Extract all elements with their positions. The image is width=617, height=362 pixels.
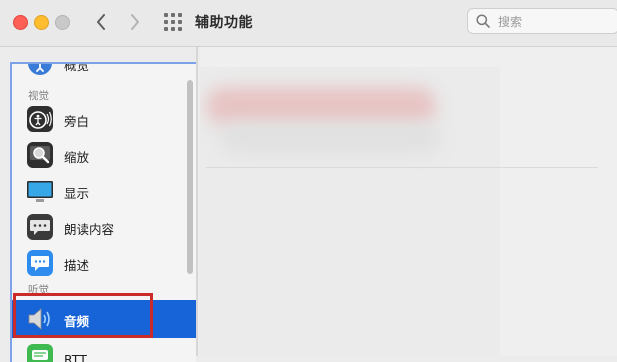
window-title: 辅助功能	[195, 15, 253, 31]
sidebar-item-label: 旁白	[64, 114, 90, 129]
sidebar-item-spoken-content[interactable]: 朗读内容	[12, 210, 196, 246]
show-all-grid-button[interactable]	[164, 13, 182, 31]
accessibility-overview-icon	[28, 64, 52, 75]
content-divider	[206, 167, 598, 168]
sidebar-item-descriptions[interactable]: 描述	[12, 246, 196, 282]
spoken-content-icon	[27, 214, 53, 240]
search-input[interactable]	[496, 12, 610, 32]
chevron-right-icon	[131, 14, 139, 30]
voiceover-icon	[27, 106, 53, 132]
rtt-icon	[27, 344, 53, 362]
blurred-region	[220, 123, 440, 153]
sidebar-item-label: 概览	[64, 62, 90, 73]
split-divider[interactable]	[196, 47, 198, 356]
window-toolbar: 辅助功能	[0, 0, 617, 47]
blurred-region	[206, 87, 436, 125]
section-header-hearing: 听觉	[28, 284, 49, 296]
settings-content-pane	[200, 47, 617, 356]
display-icon	[27, 181, 53, 202]
zoom-icon	[27, 142, 53, 168]
minimize-window-button[interactable]	[34, 15, 49, 30]
search-icon	[476, 14, 490, 28]
sidebar-scrollbar-thumb[interactable]	[187, 80, 193, 274]
sidebar: 概览 视觉 旁白 缩放 显示 朗读内容 描述 听觉 音频 RTT	[10, 62, 196, 362]
section-header-vision: 视觉	[28, 90, 49, 102]
sidebar-scrollbar[interactable]	[184, 64, 196, 362]
sidebar-item-zoom[interactable]: 缩放	[12, 138, 196, 174]
sidebar-item-voiceover[interactable]: 旁白	[12, 102, 196, 138]
sidebar-item-label: RTT	[64, 352, 87, 362]
chevron-left-icon	[97, 14, 105, 30]
zoom-window-button[interactable]	[55, 15, 70, 30]
search-field[interactable]	[467, 8, 617, 34]
sidebar-item-label: 描述	[64, 258, 90, 273]
sidebar-item-label: 缩放	[64, 150, 90, 165]
sidebar-item-label: 显示	[64, 186, 90, 201]
sidebar-item-audio[interactable]: 音频	[12, 300, 196, 338]
sidebar-item-label: 朗读内容	[64, 222, 115, 237]
back-button[interactable]	[90, 10, 112, 34]
forward-button[interactable]	[124, 10, 146, 34]
close-window-button[interactable]	[13, 15, 28, 30]
sidebar-item-label: 音频	[64, 314, 90, 329]
sidebar-item-rtt[interactable]: RTT	[12, 338, 196, 362]
sidebar-item-display[interactable]: 显示	[12, 174, 196, 210]
audio-icon	[28, 308, 50, 330]
sidebar-item-overview[interactable]: 概览	[12, 62, 196, 82]
descriptions-icon	[27, 250, 53, 276]
